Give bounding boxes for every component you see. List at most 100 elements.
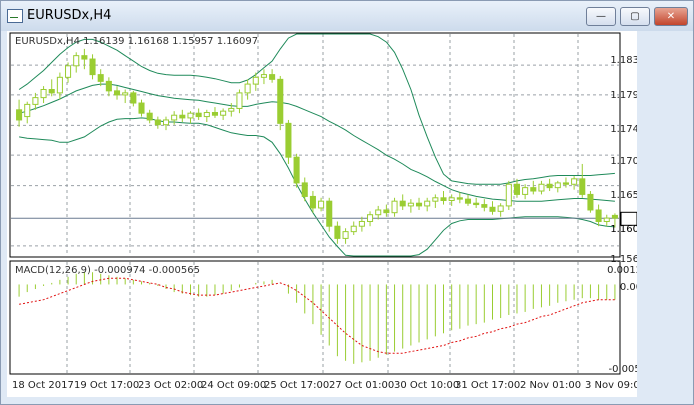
candle-body [138, 102, 145, 114]
time-label: 19 Oct 17:00 [74, 380, 139, 391]
current-price-label: 1.16097 [610, 224, 637, 235]
candle-body [244, 83, 251, 94]
candle-body [554, 182, 561, 189]
window-title: EURUSDx,H4 [27, 8, 112, 23]
restore-button[interactable]: ▢ [620, 7, 650, 26]
candle-body [440, 197, 447, 201]
candle-body [122, 92, 129, 96]
candle-body [587, 193, 594, 211]
candle-body [73, 55, 80, 67]
candle-body [16, 109, 23, 121]
candle-body [24, 103, 31, 118]
candle-body [236, 92, 243, 109]
candle-body [40, 89, 47, 99]
price-label: 1.17470 [610, 124, 637, 135]
time-label: 31 Oct 17:00 [455, 380, 520, 391]
candle-body [113, 90, 121, 96]
candle-body [309, 195, 316, 209]
candle-body [603, 217, 610, 222]
candle-body [81, 55, 88, 60]
candle-body [473, 202, 480, 206]
candle-body [195, 112, 202, 118]
candle-body [65, 65, 72, 78]
candle-body [171, 114, 178, 121]
candle-body [464, 198, 472, 204]
candle-body [220, 110, 227, 116]
candle-body [562, 182, 569, 185]
candle-body [358, 220, 365, 227]
main-pane-frame [9, 32, 621, 258]
candle-body [522, 187, 529, 195]
chart-area[interactable]: EURUSDx,H4 1.16139 1.16168 1.15957 1.160… [7, 31, 655, 397]
candle-body [391, 200, 398, 214]
chart-canvas[interactable]: EURUSDx,H4 1.16139 1.16168 1.15957 1.160… [7, 31, 655, 397]
time-label: 25 Oct 17:00 [264, 380, 329, 391]
chart-window-icon [7, 9, 23, 23]
time-label: 18 Oct 2017 [12, 380, 74, 391]
candle-body [301, 182, 308, 197]
price-label: 1.17920 [610, 90, 637, 101]
price-label: 1.18360 [610, 55, 637, 66]
candle-body [432, 197, 439, 202]
candle-body [505, 183, 512, 207]
time-label: 2 Nov 01:00 [520, 380, 581, 391]
candle-body [130, 92, 137, 104]
time-label: 24 Oct 09:00 [201, 380, 266, 391]
macd-level-label: 0.001254 [607, 265, 637, 276]
candle-body [105, 80, 112, 92]
candle-body [424, 200, 431, 207]
candle-body [579, 178, 586, 195]
price-label: 1.16580 [610, 190, 637, 201]
title-bar[interactable]: EURUSDx,H4 — ▢ ✕ [1, 1, 693, 31]
candle-body [513, 183, 521, 195]
price-label: 1.17030 [610, 156, 637, 167]
minimize-button[interactable]: — [586, 7, 616, 26]
candle-body [48, 89, 55, 94]
time-label: 27 Oct 01:00 [329, 380, 394, 391]
candle-body [334, 225, 341, 239]
candle-body [399, 200, 406, 207]
candle-body [456, 197, 463, 200]
candle-body [252, 76, 259, 85]
candle-body [350, 225, 357, 233]
candle-body [489, 206, 496, 212]
candle-body [32, 97, 39, 105]
candle-body [162, 119, 170, 126]
candle-body [611, 214, 618, 219]
candle-body [595, 209, 602, 222]
candle-body [89, 58, 96, 76]
candle-body [203, 112, 210, 118]
candle-body [211, 112, 219, 116]
time-label: 3 Nov 09:00 [585, 380, 637, 391]
candle-body [269, 74, 276, 80]
candle-body [97, 74, 104, 82]
candle-body [326, 200, 333, 227]
macd-level-label: -0.00514 [609, 364, 637, 375]
time-label: 30 Oct 10:00 [394, 380, 459, 391]
candle-body [367, 214, 374, 222]
time-axis: 18 Oct 2017 19 Oct 17:00 23 Oct 02:00 24… [12, 380, 646, 391]
candle-body [481, 204, 488, 208]
candle-body [342, 231, 349, 239]
candle-body [187, 112, 194, 119]
candle-body [530, 187, 537, 192]
candle-body [546, 183, 553, 189]
candle-body [571, 178, 578, 185]
macd-pane-header: MACD(12,26,9) -0.000974 -0.000565 [15, 265, 200, 276]
candle-body [538, 183, 545, 192]
price-label: 1.15690 [610, 254, 637, 265]
chart-window: EURUSDx,H4 — ▢ ✕ EURUSDx,H4 1.16139 1.16… [0, 0, 694, 405]
candle-body [318, 200, 325, 209]
candle-body [448, 197, 455, 201]
candle-body [56, 76, 63, 94]
candle-body [383, 209, 390, 214]
candle-body [260, 74, 267, 78]
candle-body [228, 107, 235, 112]
main-pane-header: EURUSDx,H4 1.16139 1.16168 1.15957 1.160… [15, 36, 258, 47]
candle-body [179, 114, 186, 119]
candle-body [415, 202, 423, 207]
candle-body [146, 112, 153, 121]
close-button[interactable]: ✕ [654, 7, 688, 26]
candle-body [375, 209, 382, 216]
candle-body [277, 78, 284, 124]
